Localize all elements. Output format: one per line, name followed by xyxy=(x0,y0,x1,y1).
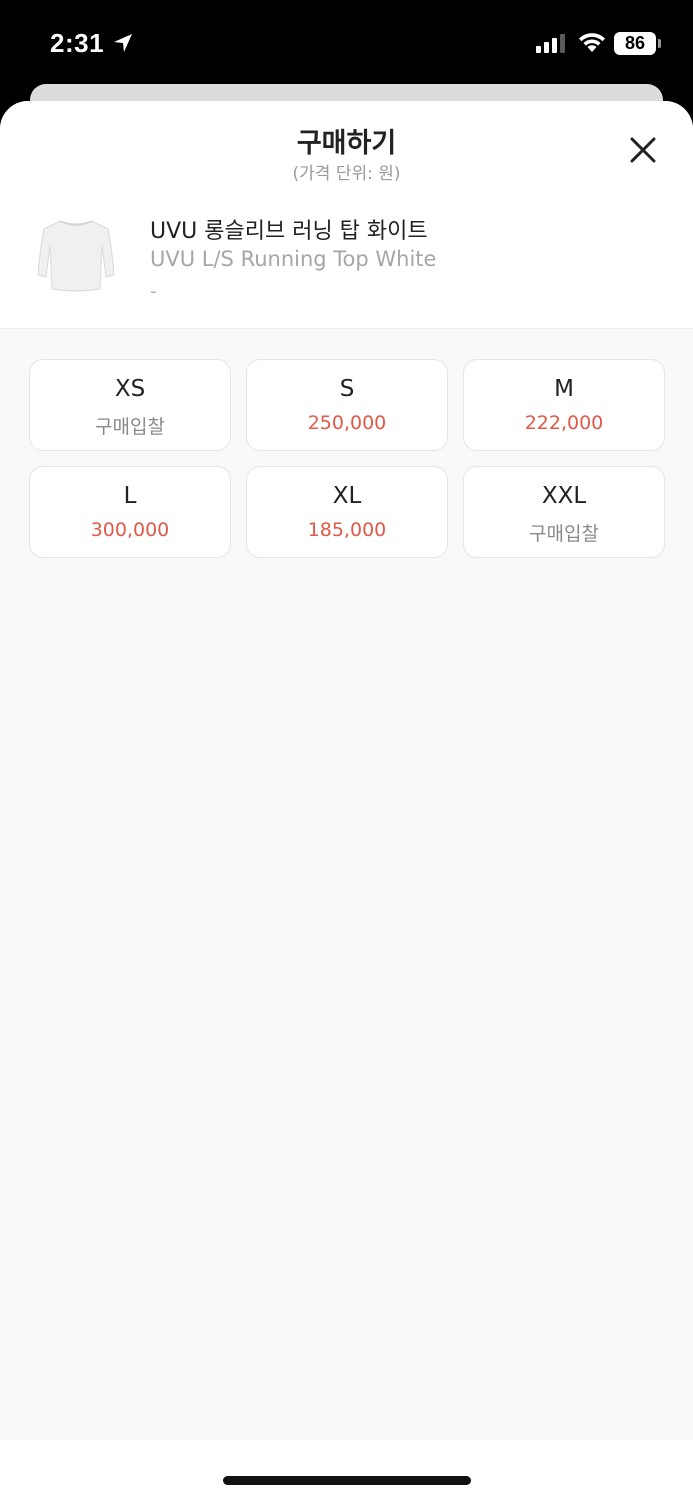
size-label: XL xyxy=(332,483,362,509)
size-price: 구매입찰 xyxy=(529,523,599,545)
page-title: 구매하기 xyxy=(296,128,397,159)
battery-indicator: 86 xyxy=(614,32,656,55)
status-bar: 2:31 86 xyxy=(0,0,693,86)
size-option-xs[interactable]: XS 구매입찰 xyxy=(29,359,231,451)
size-label: L xyxy=(123,483,137,509)
status-time: 2:31 xyxy=(50,28,105,58)
wifi-icon xyxy=(579,33,605,52)
battery-nub xyxy=(658,39,661,48)
product-name-korean: UVU 롱슬리브 러닝 탑 화이트 xyxy=(150,219,428,244)
product-extra: - xyxy=(150,281,157,302)
product-image xyxy=(37,220,115,292)
size-option-xxl[interactable]: XXL 구매입찰 xyxy=(463,466,665,558)
size-price: 300,000 xyxy=(90,519,170,541)
cellular-signal-icon xyxy=(536,34,565,53)
size-price: 250,000 xyxy=(307,412,387,434)
size-option-l[interactable]: L 300,000 xyxy=(29,466,231,558)
size-label: M xyxy=(554,376,574,402)
sheet-header: 구매하기 (가격 단위: 원) UVU 롱슬리브 러닝 탑 화이트 UVU L/… xyxy=(0,101,693,329)
size-option-m[interactable]: M 222,000 xyxy=(463,359,665,451)
purchase-sheet: 구매하기 (가격 단위: 원) UVU 롱슬리브 러닝 탑 화이트 UVU L/… xyxy=(0,101,693,1500)
price-unit-subtitle: (가격 단위: 원) xyxy=(292,164,401,184)
home-indicator[interactable] xyxy=(223,1476,471,1485)
size-price: 222,000 xyxy=(524,412,604,434)
bottom-safe-area xyxy=(0,1440,693,1500)
size-label: XS xyxy=(114,376,146,402)
size-label: S xyxy=(339,376,355,402)
close-icon[interactable] xyxy=(624,131,662,169)
size-option-xl[interactable]: XL 185,000 xyxy=(246,466,448,558)
size-price: 구매입찰 xyxy=(95,416,165,438)
product-name-english: UVU L/S Running Top White xyxy=(150,247,437,271)
size-price: 185,000 xyxy=(307,519,387,541)
location-arrow-icon xyxy=(114,34,132,52)
size-label: XXL xyxy=(541,483,587,509)
size-option-s[interactable]: S 250,000 xyxy=(246,359,448,451)
